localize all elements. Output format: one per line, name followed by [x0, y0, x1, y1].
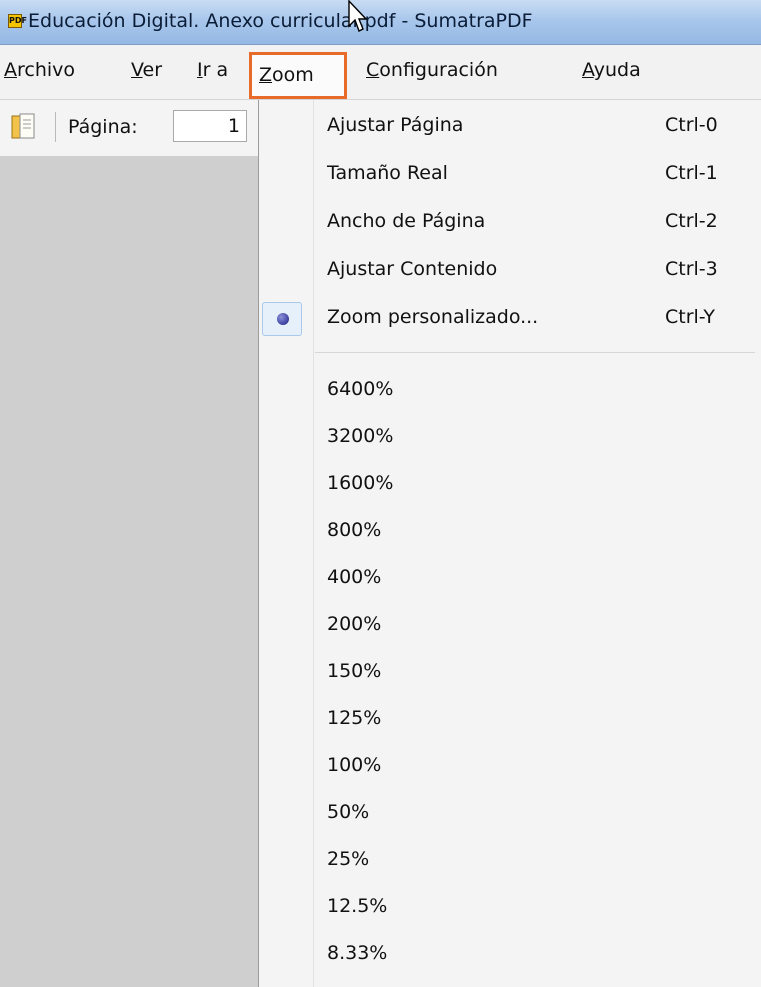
menu-item-shortcut: Ctrl-2: [665, 210, 718, 232]
zoom-12-5[interactable]: 12.5%: [327, 895, 387, 917]
zoom-6400[interactable]: 6400%: [327, 378, 393, 400]
menu-zoom[interactable]: Zoom: [249, 52, 347, 99]
menu-item-label: Ancho de Página: [327, 210, 486, 232]
menu-item-label: Tamaño Real: [327, 162, 448, 184]
zoom-800[interactable]: 800%: [327, 519, 381, 541]
menu-item-ancho-de-pagina[interactable]: Ancho de Página Ctrl-2: [259, 200, 761, 246]
page-label: Página:: [68, 116, 138, 138]
menu-ver[interactable]: Ver: [131, 59, 162, 81]
zoom-125[interactable]: 125%: [327, 707, 381, 729]
menu-ayuda[interactable]: Ayuda: [582, 59, 641, 81]
menu-item-ajustar-pagina[interactable]: Ajustar Página Ctrl-0: [259, 104, 761, 150]
menu-bar: Archivo Ver Ir a Configuración Ayuda: [0, 45, 761, 100]
radio-check-box: [262, 302, 302, 336]
menu-item-label: Ajustar Página: [327, 114, 464, 136]
title-bar: PDF Educación Digital. Anexo curricular.…: [0, 0, 761, 45]
sumatra-app-icon[interactable]: PDF: [8, 14, 27, 28]
menu-item-zoom-personalizado[interactable]: Zoom personalizado... Ctrl-Y: [259, 296, 761, 342]
zoom-150[interactable]: 150%: [327, 660, 381, 682]
window-title: Educación Digital. Anexo curricular.pdf …: [28, 10, 533, 32]
menu-zoom-label: Zoom: [259, 64, 314, 86]
menu-item-label: Zoom personalizado...: [327, 306, 539, 328]
document-area[interactable]: [0, 157, 258, 987]
menu-item-shortcut: Ctrl-1: [665, 162, 718, 184]
menu-item-shortcut: Ctrl-3: [665, 258, 718, 280]
menu-separator: [315, 352, 755, 353]
zoom-3200[interactable]: 3200%: [327, 425, 393, 447]
zoom-1600[interactable]: 1600%: [327, 472, 393, 494]
zoom-dropdown-menu: Ajustar Página Ctrl-0 Tamaño Real Ctrl-1…: [258, 100, 761, 987]
zoom-100[interactable]: 100%: [327, 754, 381, 776]
book-icon[interactable]: [10, 112, 38, 142]
menu-configuracion[interactable]: Configuración: [366, 59, 498, 81]
toolbar: Página: 1: [0, 100, 260, 157]
menu-archivo[interactable]: Archivo: [4, 59, 75, 81]
menu-item-label: Ajustar Contenido: [327, 258, 498, 280]
menu-item-ajustar-contenido[interactable]: Ajustar Contenido Ctrl-3: [259, 248, 761, 294]
zoom-400[interactable]: 400%: [327, 566, 381, 588]
menu-item-shortcut: Ctrl-Y: [665, 306, 716, 328]
menu-item-tamano-real[interactable]: Tamaño Real Ctrl-1: [259, 152, 761, 198]
menu-ir-a[interactable]: Ir a: [197, 59, 228, 81]
toolbar-separator: [55, 112, 56, 142]
zoom-8-33[interactable]: 8.33%: [327, 942, 387, 964]
zoom-50[interactable]: 50%: [327, 801, 369, 823]
menu-item-shortcut: Ctrl-0: [665, 114, 718, 136]
mouse-cursor-icon: [348, 0, 367, 32]
radio-bullet-icon: [277, 313, 289, 325]
zoom-25[interactable]: 25%: [327, 848, 369, 870]
page-number-input[interactable]: 1: [173, 110, 247, 142]
zoom-200[interactable]: 200%: [327, 613, 381, 635]
